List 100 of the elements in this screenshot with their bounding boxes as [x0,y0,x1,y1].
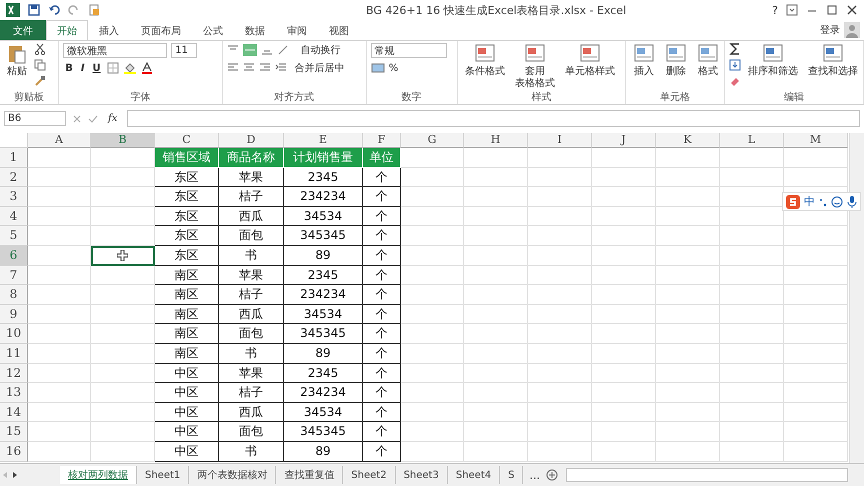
ime-logo-icon[interactable] [786,194,800,208]
table-cell[interactable]: 个 [363,344,401,364]
empty-cell[interactable] [592,442,656,462]
wrap-text-button[interactable]: 自动换行 [292,43,341,57]
ribbon-tab[interactable]: 公式 [192,20,234,40]
empty-cell[interactable] [528,266,592,286]
table-cell[interactable]: 个 [363,226,401,246]
empty-cell[interactable] [592,422,656,442]
column-header[interactable]: A [28,133,91,148]
empty-cell[interactable] [592,148,656,168]
table-cell[interactable]: 个 [363,187,401,207]
emoji-icon[interactable] [831,196,843,208]
empty-cell[interactable] [528,422,592,442]
empty-cell[interactable] [528,206,592,226]
empty-cell[interactable] [720,148,784,168]
empty-cell[interactable] [401,324,464,344]
empty-cell[interactable] [784,422,848,442]
empty-cell[interactable] [528,285,592,305]
redo-icon[interactable] [68,4,80,16]
column-header[interactable]: M [784,133,848,148]
table-cell[interactable]: 345345 [284,422,363,442]
empty-cell[interactable] [784,304,848,324]
empty-cell[interactable] [592,364,656,384]
table-cell[interactable]: 南区 [155,285,219,305]
empty-cell[interactable] [464,402,528,422]
empty-cell[interactable] [656,206,720,226]
font-size-field[interactable]: 11 [171,43,198,58]
empty-cell[interactable] [720,226,784,246]
column-header[interactable]: C [155,133,219,148]
sheet-tab[interactable]: 两个表数据核对 [189,466,276,484]
empty-cell[interactable] [656,187,720,207]
empty-cell[interactable] [528,148,592,168]
empty-cell[interactable] [720,246,784,266]
fill-down-icon[interactable] [729,59,741,71]
sheet-tab[interactable]: Sheet1 [137,466,190,484]
sheet-tab[interactable]: Sheet3 [396,466,448,484]
excel-logo-icon[interactable] [6,3,20,17]
name-box[interactable]: B6 [4,111,66,126]
formula-input[interactable] [127,110,860,127]
empty-cell[interactable] [656,324,720,344]
empty-cell[interactable] [401,304,464,324]
column-header[interactable]: J [592,133,656,148]
empty-cell[interactable] [784,344,848,364]
login-link[interactable]: 登录 [820,23,840,37]
table-cell[interactable]: 面包 [219,422,284,442]
avatar-icon[interactable] [844,22,860,38]
empty-cell[interactable] [464,285,528,305]
column-header[interactable]: K [656,133,720,148]
file-menu-tab[interactable]: 文件 [0,20,46,40]
table-cell[interactable]: 东区 [155,187,219,207]
empty-cell[interactable] [592,187,656,207]
insert-function-button[interactable]: fx [104,113,122,124]
ribbon-tab[interactable]: 数据 [234,20,276,40]
row-header[interactable]: 12 [0,364,28,384]
table-cell[interactable]: 东区 [155,246,219,266]
ribbon-display-icon[interactable] [786,4,798,16]
sheet-tab[interactable]: 核对两列数据 [60,466,137,484]
font-name-field[interactable]: 微软雅黑 [63,43,168,58]
empty-cell[interactable] [528,383,592,403]
table-cell[interactable]: 234234 [284,383,363,403]
empty-cell[interactable] [656,285,720,305]
ribbon-tab[interactable]: 审阅 [276,20,318,40]
empty-cell[interactable] [720,364,784,384]
bold-button[interactable]: B [63,62,75,74]
empty-cell[interactable] [784,148,848,168]
table-cell[interactable]: 面包 [219,226,284,246]
table-cell[interactable]: 中区 [155,422,219,442]
table-cell[interactable]: 个 [363,304,401,324]
row-header[interactable]: 14 [0,402,28,422]
style-button[interactable]: 套用 表格格式 [512,43,558,89]
empty-cell[interactable] [592,226,656,246]
add-sheet-icon[interactable] [546,469,558,481]
table-cell[interactable]: 个 [363,422,401,442]
empty-cell[interactable] [401,442,464,462]
table-cell[interactable]: 桔子 [219,285,284,305]
empty-cell[interactable] [784,383,848,403]
table-cell[interactable]: 2345 [284,168,363,188]
empty-cell[interactable] [464,246,528,266]
empty-cell[interactable] [528,168,592,188]
table-cell[interactable]: 2345 [284,266,363,286]
empty-cell[interactable] [528,304,592,324]
empty-cell[interactable] [91,364,155,384]
more-sheets-button[interactable]: ... [523,468,546,482]
empty-cell[interactable] [528,344,592,364]
ribbon-tab[interactable]: 视图 [318,20,360,40]
table-cell[interactable]: 个 [363,324,401,344]
table-cell[interactable]: 89 [284,344,363,364]
save-icon[interactable] [28,4,40,16]
ime-mode[interactable]: 中 [804,194,815,209]
table-cell[interactable]: 34534 [284,206,363,226]
empty-cell[interactable] [784,266,848,286]
empty-cell[interactable] [91,187,155,207]
style-button[interactable]: 单元格样式 [562,43,618,77]
row-header[interactable]: 7 [0,266,28,286]
column-header[interactable]: G [401,133,464,148]
empty-cell[interactable] [592,285,656,305]
empty-cell[interactable] [464,364,528,384]
empty-cell[interactable] [91,383,155,403]
format-painter-icon[interactable] [34,75,46,87]
table-cell[interactable]: 中区 [155,383,219,403]
